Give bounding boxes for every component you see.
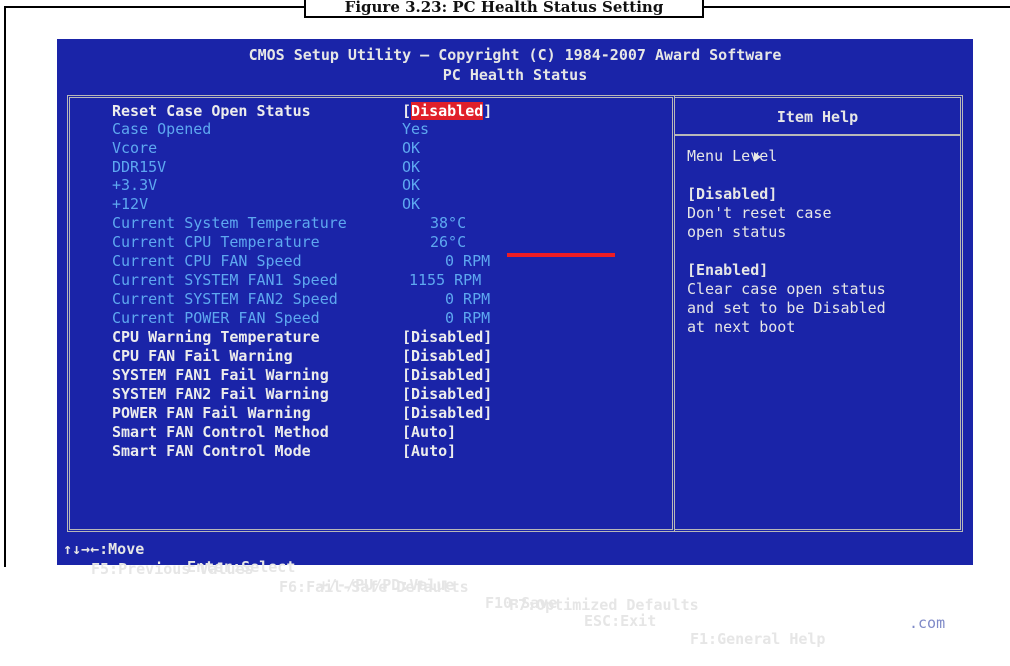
- setting-value: OK: [402, 176, 421, 194]
- help-enabled-heading: [Enabled]: [687, 261, 769, 279]
- setting-label: CPU Warning Temperature: [112, 328, 320, 346]
- hint-optimized-defaults: F7:Optimized Defaults: [509, 596, 699, 614]
- setting-row-smart-fan-mode[interactable]: Smart FAN Control Mode [Auto]: [112, 442, 456, 462]
- setting-value: OK: [402, 139, 421, 157]
- setting-label: DDR15V: [112, 158, 167, 176]
- setting-label: Current System Temperature: [112, 214, 347, 232]
- setting-row-system-fan2-fail[interactable]: SYSTEM FAN2 Fail Warning [Disabled]: [112, 385, 492, 405]
- setting-row-cpu-fan-speed: Current CPU FAN Speed 0 RPM: [112, 252, 490, 272]
- bios-screen: CMOS Setup Utility – Copyright (C) 1984-…: [57, 39, 973, 648]
- setting-label: SYSTEM FAN1 Fail Warning: [112, 366, 329, 384]
- setting-label: +12V: [112, 195, 149, 213]
- setting-row-power-fan-speed: Current POWER FAN Speed 0 RPM: [112, 309, 490, 329]
- setting-row-3v3: +3.3V OK: [112, 176, 420, 196]
- setting-value: 1155 RPM: [409, 271, 482, 289]
- frame-border-left: [4, 6, 6, 567]
- setting-row-smart-fan-method[interactable]: Smart FAN Control Method [Auto]: [112, 423, 456, 443]
- figure-caption: Figure 3.23: PC Health Status Setting: [304, 0, 704, 18]
- setting-row-vcore: Vcore OK: [112, 139, 420, 159]
- setting-row-cpu-temp: Current CPU Temperature 26°C: [112, 233, 466, 253]
- setting-value[interactable]: [Auto]: [402, 442, 456, 460]
- setting-row-system-temp: Current System Temperature 38°C: [112, 214, 466, 234]
- setting-row-case-opened: Case Opened Yes: [112, 120, 429, 140]
- setting-value[interactable]: [Disabled]: [402, 347, 492, 365]
- setting-label: Current CPU FAN Speed: [112, 252, 302, 270]
- setting-label: Smart FAN Control Mode: [112, 442, 311, 460]
- setting-value[interactable]: [Disabled]: [402, 404, 492, 422]
- setting-value: 0 RPM: [445, 252, 491, 270]
- setting-value: OK: [402, 195, 421, 213]
- setting-label: Smart FAN Control Method: [112, 423, 329, 441]
- setting-row-system-fan1-speed: Current SYSTEM FAN1 Speed 1155 RPM: [112, 271, 481, 291]
- frame-border-top-right: [704, 6, 1010, 8]
- frame-border-top-left: [4, 6, 306, 8]
- arrow-right-icon: [754, 152, 761, 162]
- watermark-text: .com: [909, 614, 946, 632]
- help-disabled-line: open status: [687, 223, 787, 241]
- setting-value[interactable]: [Auto]: [402, 423, 456, 441]
- setting-label: Current SYSTEM FAN1 Speed: [112, 271, 338, 289]
- help-disabled-line: Don't reset case: [687, 204, 832, 222]
- setting-row-system-fan2-speed: Current SYSTEM FAN2 Speed 0 RPM: [112, 290, 490, 310]
- setting-value[interactable]: [Disabled]: [402, 366, 492, 384]
- setting-row-12v: +12V OK: [112, 195, 420, 215]
- setting-value: 26°C: [430, 233, 467, 251]
- help-enabled-line: at next boot: [687, 318, 796, 336]
- setting-label: CPU FAN Fail Warning: [112, 347, 293, 365]
- setting-label: Case Opened: [112, 120, 212, 138]
- setting-label: POWER FAN Fail Warning: [112, 404, 311, 422]
- setting-label: Current CPU Temperature: [112, 233, 320, 251]
- bios-page-title: PC Health Status: [442, 66, 588, 84]
- setting-label: Current SYSTEM FAN2 Speed: [112, 290, 338, 308]
- setting-label: +3.3V: [112, 176, 158, 194]
- setting-row-power-fan-fail[interactable]: POWER FAN Fail Warning [Disabled]: [112, 404, 492, 424]
- setting-row-reset-case-open[interactable]: Reset Case Open Status [Disabled]: [112, 102, 492, 122]
- setting-value: 38°C: [430, 214, 467, 232]
- setting-row-cpu-warning-temp[interactable]: CPU Warning Temperature [Disabled]: [112, 328, 492, 348]
- bios-header-title: CMOS Setup Utility – Copyright (C) 1984-…: [248, 46, 782, 64]
- help-enabled-line: Clear case open status: [687, 280, 886, 298]
- setting-value: 0 RPM: [445, 290, 491, 308]
- footer-hints-row2: F5:Previous Values F6:Fail-Safe Defaults…: [57, 542, 973, 650]
- setting-row-system-fan1-fail[interactable]: SYSTEM FAN1 Fail Warning [Disabled]: [112, 366, 492, 386]
- hint-previous-values: F5:Previous Values: [91, 560, 254, 578]
- setting-value[interactable]: [Disabled]: [402, 328, 492, 346]
- selected-value-highlight[interactable]: Disabled: [411, 102, 484, 120]
- help-menu-level: Menu Level: [687, 147, 778, 165]
- setting-row-cpu-fan-fail[interactable]: CPU FAN Fail Warning [Disabled]: [112, 347, 492, 367]
- setting-value[interactable]: [Disabled]: [402, 102, 492, 120]
- item-help-title: Item Help: [675, 98, 960, 136]
- setting-value[interactable]: [Disabled]: [402, 385, 492, 403]
- setting-row-ddr15v: DDR15V OK: [112, 158, 420, 178]
- setting-label: Reset Case Open Status: [112, 102, 311, 120]
- setting-value: 0 RPM: [445, 309, 491, 327]
- setting-value: Yes: [402, 120, 430, 138]
- setting-label: Vcore: [112, 139, 158, 157]
- annotation-underline: [507, 253, 615, 257]
- help-enabled-line: and set to be Disabled: [687, 299, 886, 317]
- help-disabled-heading: [Disabled]: [687, 185, 778, 203]
- setting-value: OK: [402, 158, 421, 176]
- setting-label: SYSTEM FAN2 Fail Warning: [112, 385, 329, 403]
- setting-label: Current POWER FAN Speed: [112, 309, 320, 327]
- hint-failsafe-defaults: F6:Fail-Safe Defaults: [279, 578, 469, 596]
